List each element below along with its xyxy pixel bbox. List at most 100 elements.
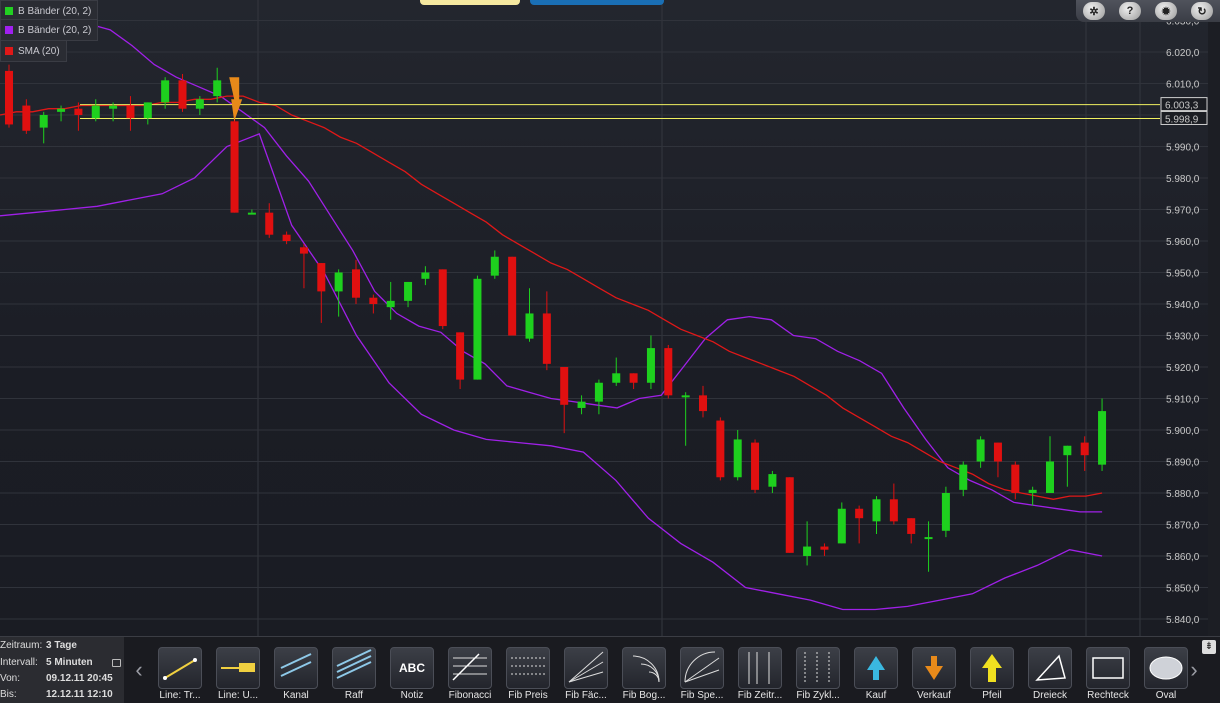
tool-fibonacci[interactable]: Fibonacci xyxy=(442,647,498,703)
refresh-icon[interactable]: ↻ xyxy=(1191,2,1213,20)
tool-label: Rechteck xyxy=(1087,690,1129,701)
raff-channel-icon[interactable] xyxy=(332,647,376,689)
tool-label: Kanal xyxy=(283,690,309,701)
price-tick-label: 5.840,0 xyxy=(1166,615,1200,626)
intervall-label: Intervall: xyxy=(0,657,38,668)
fibonacci-icon[interactable] xyxy=(448,647,492,689)
horizontal-line-icon[interactable] xyxy=(216,647,260,689)
candle-body xyxy=(1046,461,1054,493)
zeitraum-label: Zeitraum: xyxy=(0,640,43,651)
fib-cycle-icon[interactable] xyxy=(796,647,840,689)
intervall-value[interactable]: 5 Minuten xyxy=(46,655,93,671)
tool-horizontal-line[interactable]: Line: U... xyxy=(210,647,266,703)
candle-body xyxy=(837,508,846,544)
candle-body xyxy=(941,493,950,531)
tool-label: Notiz xyxy=(400,690,424,701)
tool-fib-cycle[interactable]: Fib Zykl... xyxy=(790,647,846,703)
von-value[interactable]: 09.12.11 20:45 xyxy=(46,671,113,687)
tool-fib-fan[interactable]: Fib Fäc... xyxy=(558,647,614,703)
tool-fib-time[interactable]: Fib Zeitr... xyxy=(732,647,788,703)
price-tick-label: 5.860,0 xyxy=(1166,552,1200,563)
triangle-icon[interactable] xyxy=(1028,647,1072,689)
oval-icon[interactable] xyxy=(1144,647,1188,689)
top-tab-yellow[interactable] xyxy=(420,0,520,5)
price-tick-label: 5.920,0 xyxy=(1166,363,1200,374)
price-marker-label: 6.003,3 xyxy=(1165,101,1199,112)
candle-body xyxy=(369,297,378,304)
tool-rectangle[interactable]: Rechteck xyxy=(1080,647,1136,703)
right-scrollbar[interactable] xyxy=(1208,22,1220,636)
candle-body xyxy=(889,499,898,522)
tool-label: Fib Fäc... xyxy=(565,690,607,701)
channel-icon[interactable] xyxy=(274,647,318,689)
candle-body xyxy=(247,212,256,215)
tool-label: Pfeil xyxy=(982,690,1002,701)
fib-time-icon[interactable] xyxy=(738,647,782,689)
candle-body xyxy=(161,80,170,103)
tool-trendline[interactable]: Line: Tr... xyxy=(152,647,208,703)
sell-arrow-icon[interactable] xyxy=(912,647,956,689)
candle-body xyxy=(352,269,360,298)
legend-label: B Bänder (20, 2) xyxy=(18,5,92,17)
help-icon[interactable]: ? xyxy=(1119,2,1141,20)
legend-bollinger-2[interactable]: B Bänder (20, 2) xyxy=(0,19,99,41)
tool-note[interactable]: ABC Notiz xyxy=(384,647,440,703)
price-tick-label: 6.010,0 xyxy=(1166,80,1200,91)
tool-buy-arrow[interactable]: Kauf xyxy=(848,647,904,703)
legend-sma[interactable]: SMA (20) xyxy=(0,40,67,62)
note-icon-text: ABC xyxy=(399,661,425,675)
buy-arrow-icon[interactable] xyxy=(854,647,898,689)
fib-fan-icon[interactable] xyxy=(564,647,608,689)
rectangle-icon[interactable] xyxy=(1086,647,1130,689)
collapse-toolbar-button[interactable]: ⇟ xyxy=(1202,640,1216,654)
legend-swatch xyxy=(5,47,13,55)
tool-label: Oval xyxy=(1155,690,1177,701)
fib-price-icon[interactable] xyxy=(506,647,550,689)
candle-body xyxy=(872,499,881,522)
tool-channel[interactable]: Kanal xyxy=(268,647,324,703)
tool-label: Line: U... xyxy=(217,690,259,701)
price-tick-label: 5.880,0 xyxy=(1166,489,1200,500)
zeitraum-value[interactable]: 3 Tage xyxy=(46,638,77,654)
price-tick-label: 5.950,0 xyxy=(1166,269,1200,280)
candle-body xyxy=(1080,442,1089,456)
lock-icon[interactable] xyxy=(112,659,121,667)
fib-speed-icon[interactable] xyxy=(680,647,724,689)
period-info-panel: Zeitraum: 3 Tage Intervall: 5 Minuten Von:… xyxy=(0,637,124,703)
candle-body xyxy=(629,373,638,383)
candle-body xyxy=(143,102,152,119)
candle-body xyxy=(456,332,465,380)
top-tab-blue[interactable] xyxy=(530,0,664,5)
tool-triangle[interactable]: Dreieck xyxy=(1022,647,1078,703)
settings-wheel-icon[interactable]: ✲ xyxy=(1083,2,1105,20)
tool-raff-channel[interactable]: Raff xyxy=(326,647,382,703)
tool-label: Raff xyxy=(344,690,364,701)
tool-label: Dreieck xyxy=(1033,690,1067,701)
price-chart[interactable]: 6.020,0 6.010,0 5.990,0 5.980,0 5.970,0 5.960… xyxy=(0,0,1220,636)
price-tick-label: 5.850,0 xyxy=(1166,584,1200,595)
candle-body xyxy=(126,105,135,119)
tool-fib-arc[interactable]: Fib Bog... xyxy=(616,647,672,703)
chart-area[interactable]: 6.020,0 6.010,0 5.990,0 5.980,0 5.970,0 5.960… xyxy=(0,0,1220,636)
candle-body xyxy=(57,108,66,112)
tool-fib-price[interactable]: Fib Preis xyxy=(500,647,556,703)
fib-arc-icon[interactable] xyxy=(622,647,666,689)
top-toolbar: ✲? ✹ ↻ xyxy=(1076,0,1220,22)
price-tick-label: 5.890,0 xyxy=(1166,458,1200,469)
tool-arrow-up[interactable]: Pfeil xyxy=(964,647,1020,703)
candle-body xyxy=(716,420,725,478)
note-icon[interactable]: ABC xyxy=(390,647,434,689)
tool-oval[interactable]: Oval xyxy=(1138,647,1194,703)
tool-sell-arrow[interactable]: Verkauf xyxy=(906,647,962,703)
candle-body xyxy=(993,442,1002,462)
arrow-up-icon[interactable] xyxy=(970,647,1014,689)
candle-body xyxy=(490,256,499,276)
price-tick-label: 6.020,0 xyxy=(1166,48,1200,59)
candle-body xyxy=(39,115,48,128)
scroll-left-arrow-icon[interactable]: ‹ xyxy=(132,659,146,683)
von-label: Von: xyxy=(0,673,21,684)
bis-value[interactable]: 12.12.11 12:10 xyxy=(46,687,113,703)
gear-icon[interactable]: ✹ xyxy=(1155,2,1177,20)
trendline-icon[interactable] xyxy=(158,647,202,689)
tool-fib-speed[interactable]: Fib Spe... xyxy=(674,647,730,703)
